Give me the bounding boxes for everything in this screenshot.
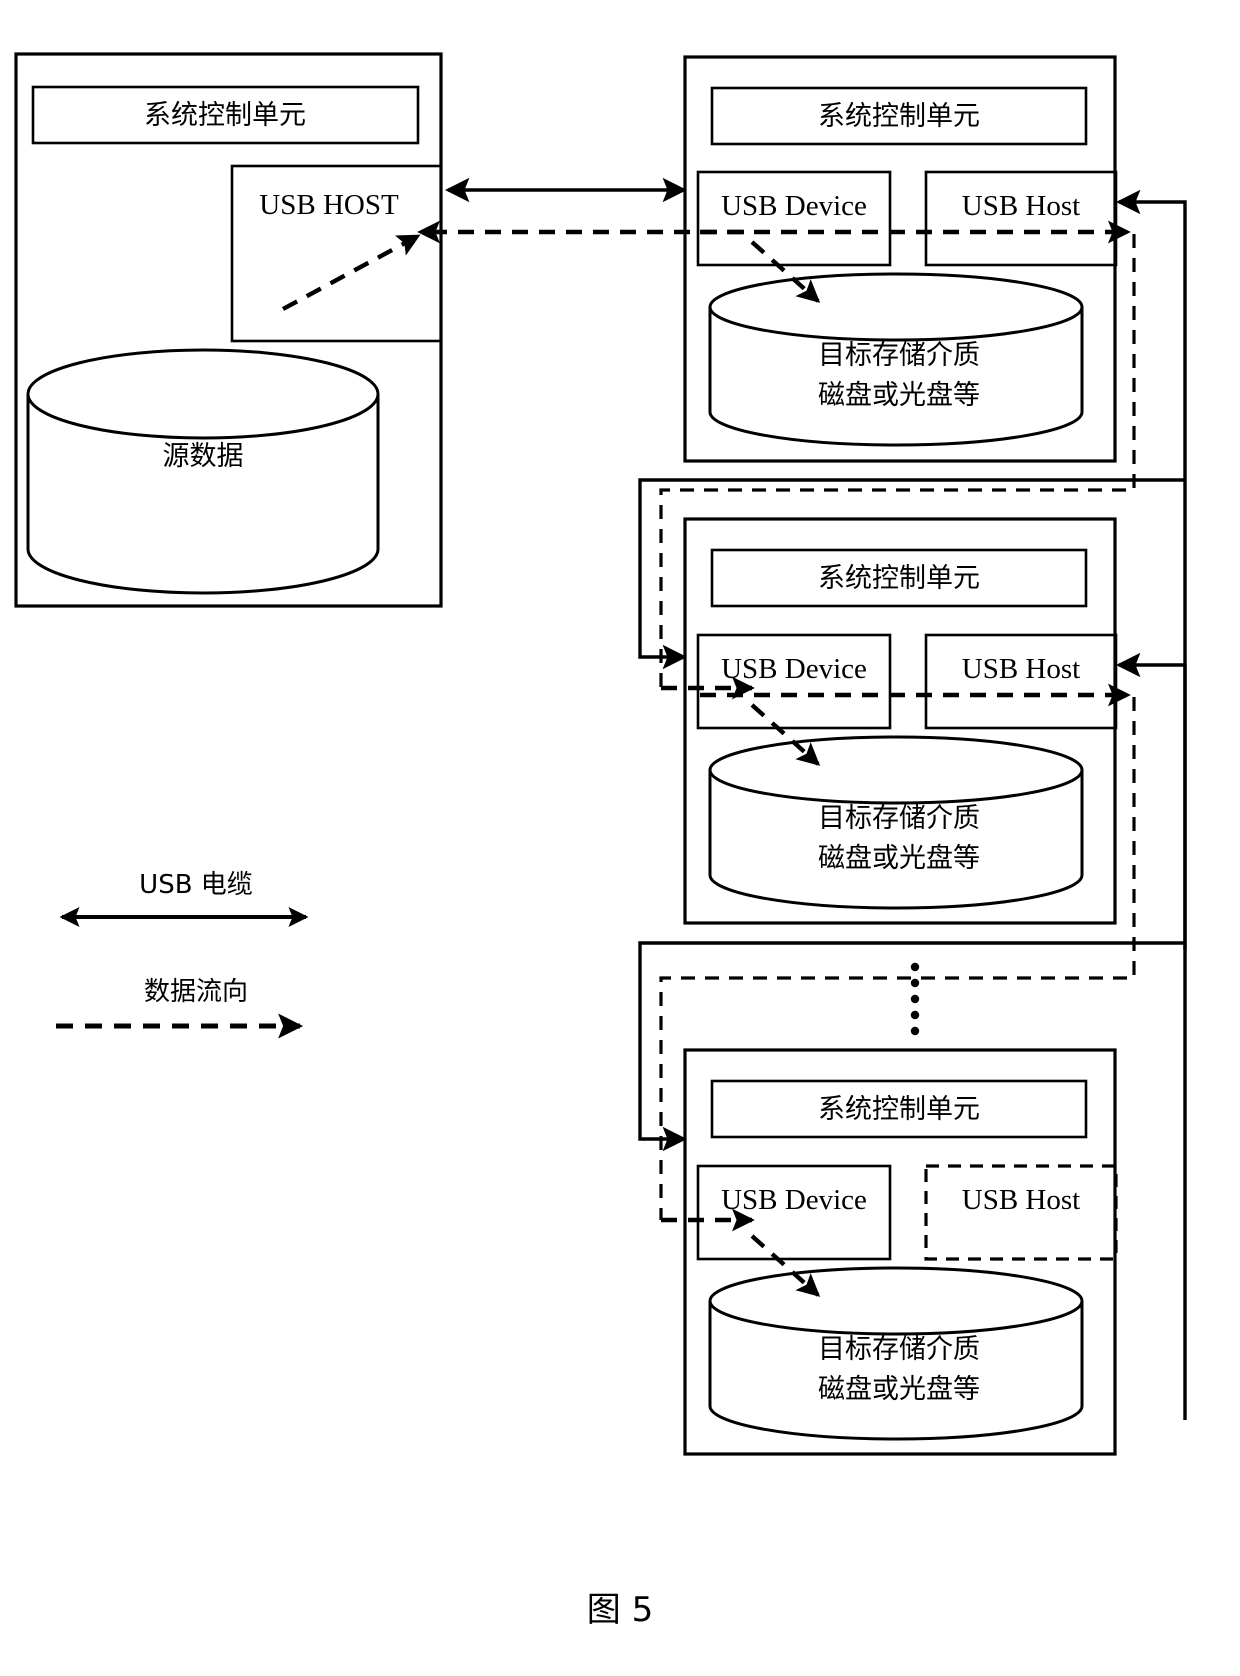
target-2-storage-line1: 目标存储介质 — [818, 803, 980, 834]
target-n-storage-line1: 目标存储介质 — [818, 1334, 980, 1365]
source-data-cylinder: 源数据 — [26, 348, 380, 595]
target-n-usb-device-label: USB Device — [721, 1184, 867, 1216]
target-2-usb-device-label: USB Device — [721, 653, 867, 685]
legend-usb-cable-label: USB 电缆 — [139, 870, 253, 900]
target-1-usb-host-label: USB Host — [962, 190, 1080, 222]
target-n-usb-host-label: USB Host — [962, 1184, 1080, 1216]
target-1-usb-device-label: USB Device — [721, 190, 867, 222]
figure-caption: 图 5 — [587, 1590, 653, 1630]
target-n-control-unit-label: 系统控制单元 — [818, 1094, 980, 1125]
target-2-control-unit-label: 系统控制单元 — [818, 563, 980, 594]
target-n-storage-line2: 磁盘或光盘等 — [818, 1374, 980, 1405]
target-1-control-unit-label: 系统控制单元 — [818, 101, 980, 132]
target-1-storage-line1: 目标存储介质 — [818, 340, 980, 371]
target-1-storage-cylinder: 目标存储介质 磁盘或光盘等 — [708, 272, 1084, 447]
figure-5-diagram: 系统控制单元 USB HOST 源数据 系统控制单元 USB Device US… — [0, 0, 1240, 1676]
target-1-storage-line2: 磁盘或光盘等 — [818, 380, 980, 411]
target-n-storage-cylinder: 目标存储介质 磁盘或光盘等 — [708, 1266, 1084, 1441]
target-2-storage-line2: 磁盘或光盘等 — [818, 843, 980, 874]
target-2-storage-cylinder: 目标存储介质 磁盘或光盘等 — [708, 735, 1084, 910]
target-2-usb-host-label: USB Host — [962, 653, 1080, 685]
source-usb-host-label: USB HOST — [259, 189, 399, 221]
source-data-label: 源数据 — [163, 441, 244, 472]
source-control-unit-label: 系统控制单元 — [144, 100, 306, 131]
legend-data-flow-label: 数据流向 — [144, 977, 248, 1007]
